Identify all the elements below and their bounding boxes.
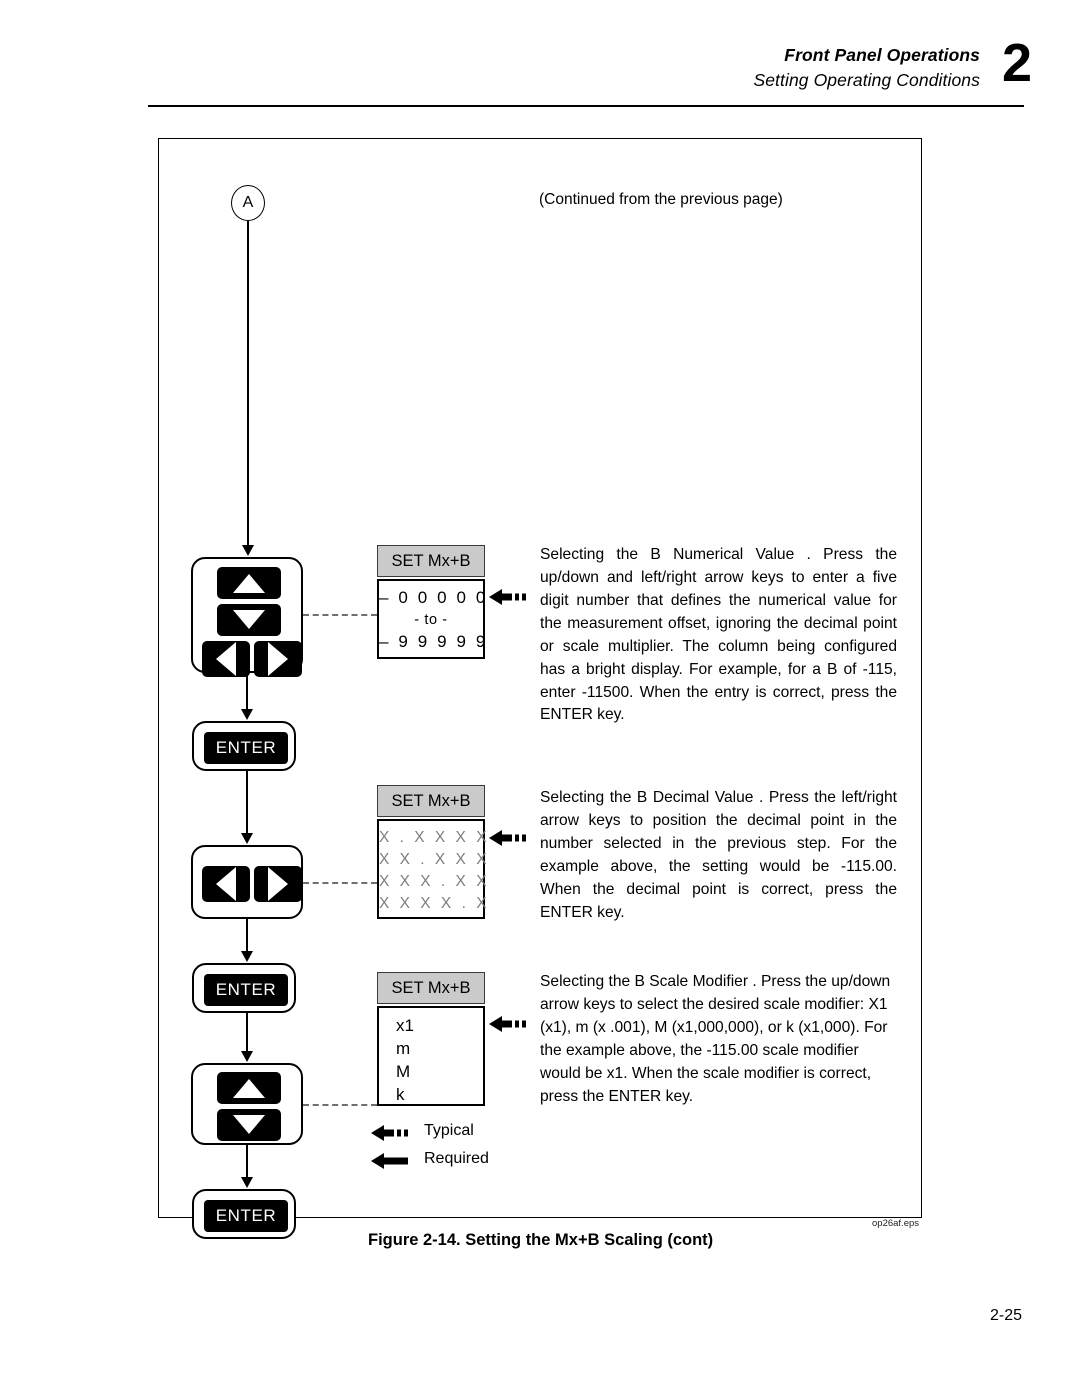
dashed-connector-step2 xyxy=(303,882,377,884)
right-arrow-icon xyxy=(268,867,288,901)
display-line: X X . X X X xyxy=(379,851,490,868)
paragraph-b-scale-modifier: Selecting the B Scale Modifier . Press t… xyxy=(540,973,891,1105)
up-arrow-icon xyxy=(233,1079,265,1098)
header-title-block: Front Panel Operations Setting Operating… xyxy=(753,44,980,92)
legend-label-required: Required xyxy=(424,1150,489,1167)
enter-button-3[interactable]: ENTER xyxy=(192,1189,296,1239)
flow-arrowhead-enter1 xyxy=(240,709,253,720)
down-arrow-icon xyxy=(233,610,265,629)
down-arrow-icon xyxy=(233,1115,265,1134)
flow-line-enter2-to-step3 xyxy=(246,1013,249,1053)
eps-file-reference: op26af.eps xyxy=(872,1218,920,1229)
keypad-box-step3[interactable] xyxy=(191,1063,303,1145)
display-body-step2: X . X X X X X X . X X X X X X . X X X X … xyxy=(377,819,490,919)
continued-from-previous-page-note: (Continued from the previous page) xyxy=(539,191,783,208)
display-body-step1: – 0 0 0 0 0 - to - – 9 9 9 9 9 xyxy=(377,579,485,659)
flow-arrowhead-enter3 xyxy=(240,1177,253,1188)
display-line: - to - xyxy=(414,612,448,628)
flow-arrowhead-enter2 xyxy=(240,951,253,962)
display-title-step3: SET Mx+B xyxy=(377,972,485,1004)
display-body-step3: x1 m M k xyxy=(377,1006,485,1106)
display-line: X . X X X X xyxy=(379,829,490,846)
flowchart-connector-a: A xyxy=(231,185,265,221)
display-title-step1: SET Mx+B xyxy=(377,545,485,577)
up-arrow-key[interactable] xyxy=(217,567,281,599)
right-arrow-key[interactable] xyxy=(254,641,302,677)
display-line: – 9 9 9 9 9 xyxy=(379,632,488,651)
flow-line-enter1-to-step2 xyxy=(246,771,249,835)
typical-arrow-step2 xyxy=(489,830,526,846)
flow-arrowhead-step1 xyxy=(241,545,254,556)
paragraph-b-decimal-value: Selecting the B Decimal Value . Press th… xyxy=(540,789,897,921)
left-arrow-key[interactable] xyxy=(202,866,250,902)
enter-button-label: ENTER xyxy=(204,732,288,764)
display-line: x1 xyxy=(396,1016,414,1035)
up-arrow-icon xyxy=(233,574,265,593)
left-arrow-icon xyxy=(216,642,236,676)
flow-arrowhead-step2 xyxy=(240,833,253,844)
flow-line-step2-to-enter2 xyxy=(246,919,249,953)
left-arrow-icon xyxy=(216,867,236,901)
keypad-box-step1[interactable] xyxy=(191,557,303,677)
typical-arrow-step1 xyxy=(489,589,526,605)
right-arrow-key[interactable] xyxy=(254,866,302,902)
page-header: Front Panel Operations Setting Operating… xyxy=(0,0,1080,118)
figure-caption: Figure 2-14. Setting the Mx+B Scaling (c… xyxy=(368,1231,714,1249)
chapter-number: 2 xyxy=(1001,33,1032,93)
enter-button-label: ENTER xyxy=(204,974,288,1006)
display-line: X X X X . X xyxy=(379,895,490,912)
left-arrow-key[interactable] xyxy=(202,641,250,677)
display-line: m xyxy=(396,1039,411,1058)
flow-line-step3-to-enter3 xyxy=(246,1145,249,1179)
legend-typical-arrow-icon xyxy=(371,1125,408,1141)
header-rule xyxy=(148,105,1024,107)
flow-line-a-to-step1 xyxy=(247,221,250,547)
display-line: X X X . X X xyxy=(379,873,490,890)
header-section-title: Setting Operating Conditions xyxy=(753,70,980,91)
paragraph-b-numerical-value: Selecting the B Numerical Value . Press … xyxy=(540,546,897,724)
down-arrow-key[interactable] xyxy=(217,604,281,636)
keypad-box-step2[interactable] xyxy=(191,845,303,919)
dashed-connector-step3 xyxy=(303,1104,377,1106)
display-line: – 0 0 0 0 0 xyxy=(379,588,488,607)
typical-arrow-step3 xyxy=(489,1016,526,1032)
enter-button-2[interactable]: ENTER xyxy=(192,963,296,1013)
enter-button-1[interactable]: ENTER xyxy=(192,721,296,771)
header-chapter-title: Front Panel Operations xyxy=(784,45,980,65)
flow-line-step1-to-enter1 xyxy=(246,673,249,711)
right-arrow-icon xyxy=(268,642,288,676)
up-arrow-key[interactable] xyxy=(217,1072,281,1104)
dashed-connector-step1 xyxy=(303,614,377,616)
legend-required-arrow-icon xyxy=(371,1153,408,1169)
legend-label-typical: Typical xyxy=(424,1122,474,1139)
enter-button-label: ENTER xyxy=(204,1200,288,1232)
flow-arrowhead-step3 xyxy=(240,1051,253,1062)
display-title-step2: SET Mx+B xyxy=(377,785,485,817)
display-line: k xyxy=(396,1085,405,1104)
down-arrow-key[interactable] xyxy=(217,1109,281,1141)
display-line: M xyxy=(396,1062,411,1081)
page-number: 2-25 xyxy=(989,1307,1022,1324)
